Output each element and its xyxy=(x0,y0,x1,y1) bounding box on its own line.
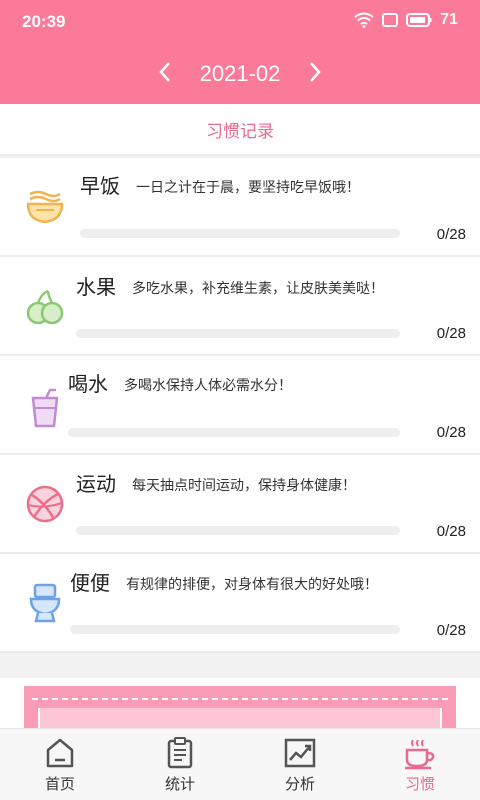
progress-bar xyxy=(68,428,400,437)
habit-count: 0/28 xyxy=(436,325,466,342)
tab-statistics[interactable]: 统计 xyxy=(120,729,240,800)
fruit-icon xyxy=(26,289,64,325)
chart-icon xyxy=(284,738,316,768)
tab-analysis[interactable]: 分析 xyxy=(240,729,360,800)
tab-home[interactable]: 首页 xyxy=(0,729,120,800)
habit-description: 每天抽点时间运动，保持身体健康！ xyxy=(132,478,356,494)
habit-name: 水果 xyxy=(76,275,116,299)
noodle-bowl-icon xyxy=(26,190,64,224)
progress-bar xyxy=(70,625,400,634)
status-bar: 20:39 71 xyxy=(0,0,480,44)
tab-label: 习惯 xyxy=(404,775,435,793)
habit-description: 多喝水保持人体必需水分！ xyxy=(124,378,292,394)
habit-name: 喝水 xyxy=(68,372,108,396)
habit-item-water[interactable]: 喝水 多喝水保持人体必需水分！ 0/28 xyxy=(0,356,480,455)
cup-icon xyxy=(31,388,59,428)
habit-description: 有规律的排便，对身体有很大的好处哦！ xyxy=(126,577,378,593)
coffee-cup-icon xyxy=(405,739,435,770)
ball-icon xyxy=(26,485,64,523)
month-header: 2021-02 xyxy=(0,44,480,104)
habit-item-toilet[interactable]: 便便 有规律的排便，对身体有很大的好处哦！ 0/28 xyxy=(0,554,480,653)
habit-item-exercise[interactable]: 运动 每天抽点时间运动，保持身体健康！ 0/28 xyxy=(0,455,480,554)
home-icon xyxy=(46,738,74,768)
habit-description: 一日之计在于晨，要坚持吃早饭哦！ xyxy=(136,180,360,196)
habit-count: 0/28 xyxy=(436,424,466,441)
habit-description: 多吃水果，补充维生素，让皮肤美美哒！ xyxy=(132,281,384,297)
habit-item-breakfast[interactable]: 早饭 一日之计在于晨，要坚持吃早饭哦！ 0/28 xyxy=(0,158,480,257)
section-title: 习惯记录 xyxy=(0,104,480,156)
habit-name: 早饭 xyxy=(80,174,120,198)
status-icons: 71 xyxy=(354,11,458,29)
status-time: 20:39 xyxy=(22,12,66,31)
tab-label: 首页 xyxy=(44,775,75,793)
habit-name: 便便 xyxy=(70,571,110,595)
habit-count: 0/28 xyxy=(436,523,466,540)
bottom-tab-bar: 首页 统计 分析 习惯 xyxy=(0,728,480,800)
progress-bar xyxy=(76,329,400,338)
screen-icon xyxy=(382,13,399,27)
tab-habits[interactable]: 习惯 xyxy=(360,729,480,800)
habit-list: 早饭 一日之计在于晨，要坚持吃早饭哦！ 0/28 水果 多吃水果，补充维生素，让… xyxy=(0,158,480,653)
chevron-left-icon[interactable] xyxy=(158,61,172,88)
toilet-icon xyxy=(29,583,61,623)
progress-bar xyxy=(80,229,400,238)
banner-stitch xyxy=(32,698,448,700)
section-gap xyxy=(0,660,480,678)
wifi-icon xyxy=(354,12,374,28)
habit-count: 0/28 xyxy=(436,622,466,639)
chevron-right-icon[interactable] xyxy=(308,61,322,88)
progress-bar xyxy=(76,526,400,535)
habit-count: 0/28 xyxy=(436,226,466,243)
current-month: 2021-02 xyxy=(199,61,281,86)
battery-level: 71 xyxy=(440,11,458,28)
habit-name: 运动 xyxy=(76,472,116,496)
habit-item-fruit[interactable]: 水果 多吃水果，补充维生素，让皮肤美美哒！ 0/28 xyxy=(0,257,480,356)
banner-area xyxy=(0,678,480,746)
battery-icon xyxy=(406,13,432,27)
tab-label: 分析 xyxy=(284,775,315,793)
clipboard-icon xyxy=(167,737,193,769)
tab-label: 统计 xyxy=(164,775,195,793)
